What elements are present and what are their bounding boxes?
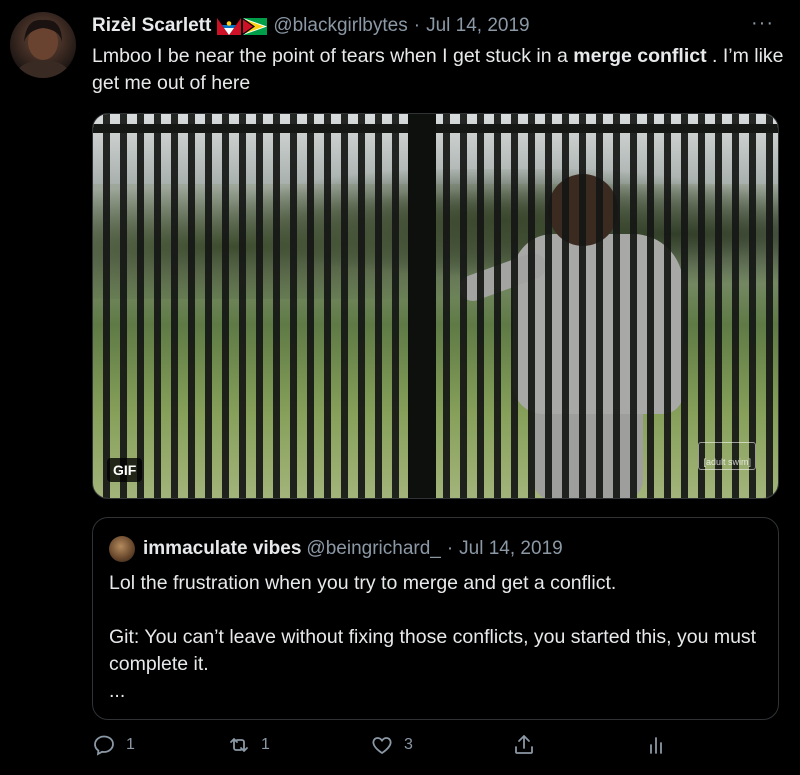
avatar[interactable] — [10, 12, 76, 78]
tweet-date[interactable]: Jul 14, 2019 — [426, 15, 530, 37]
reply-button[interactable]: 1 — [92, 733, 135, 757]
quoted-ellipsis: ... — [109, 680, 126, 702]
author-handle[interactable]: @blackgirlbytes — [273, 15, 407, 37]
quoted-tweet-text: Lol the frustration when you try to merg… — [109, 570, 764, 705]
reply-count: 1 — [126, 736, 135, 753]
action-bar: 1 1 3 — [92, 733, 779, 765]
tweet-text-before: Lmboo I be near the point of tears when … — [92, 45, 574, 67]
analytics-button[interactable] — [645, 733, 669, 757]
gif-badge: GIF — [107, 458, 143, 482]
like-button[interactable]: 3 — [370, 733, 413, 757]
quoted-tweet-date: Jul 14, 2019 — [459, 538, 563, 559]
avatar-image — [17, 19, 69, 78]
quoted-tweet[interactable]: immaculate vibes @beingrichard_ · Jul 14… — [92, 517, 779, 720]
quoted-tweet-header: immaculate vibes @beingrichard_ · Jul 14… — [109, 536, 563, 562]
more-options-icon[interactable]: ··· — [751, 12, 774, 35]
quoted-line-1: Lol the frustration when you try to merg… — [109, 572, 617, 594]
gif-fence-post — [408, 114, 436, 498]
tweet-text-highlight: merge conflict — [573, 45, 707, 67]
quoted-line-2: Git: You can’t leave without fixing thos… — [109, 626, 757, 675]
reply-icon — [94, 735, 114, 756]
analytics-icon — [650, 737, 662, 754]
flag-emojis — [217, 17, 268, 35]
gif-watermark: [adult swim] — [698, 442, 756, 470]
share-icon — [515, 735, 533, 754]
retweet-icon — [230, 738, 248, 752]
gif-media[interactable]: GIF [adult swim] — [92, 113, 779, 499]
heart-icon — [372, 737, 392, 755]
quoted-author-name: immaculate vibes — [143, 538, 302, 559]
tweet-text: Lmboo I be near the point of tears when … — [92, 43, 787, 97]
share-button[interactable] — [512, 733, 536, 757]
separator-dot: · — [413, 15, 421, 36]
quoted-avatar — [109, 536, 135, 562]
guyana-flag-icon — [243, 17, 268, 35]
retweet-button[interactable]: 1 — [227, 733, 270, 757]
retweet-count: 1 — [261, 736, 270, 753]
tweet-header: Rizèl Scarlett @blackgirlbytes · Jul 14,… — [92, 13, 530, 39]
quoted-separator-dot: · — [446, 538, 454, 559]
antigua-and-barbuda-flag-icon — [217, 17, 242, 35]
like-count: 3 — [404, 736, 413, 753]
quoted-author-handle: @beingrichard_ — [306, 538, 441, 559]
author-name[interactable]: Rizèl Scarlett — [92, 15, 211, 37]
